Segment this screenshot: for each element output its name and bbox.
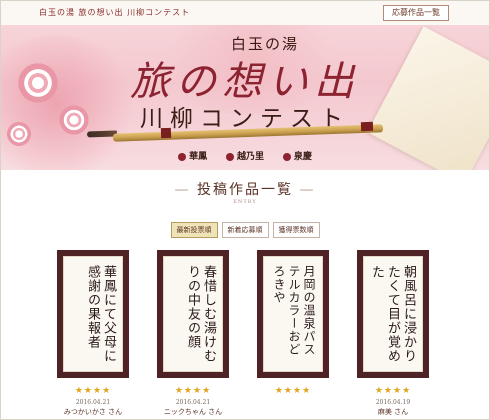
entry-card[interactable]: 華鳳にて父母に感謝の果報者 ★★★★ 2016.04.21 みつかいかさ さん <box>57 250 129 416</box>
tab-newest-entries[interactable]: 新着応募順 <box>221 222 269 238</box>
tab-latest-votes[interactable]: 最新投票順 <box>170 222 218 238</box>
poem-text: 華鳳にて父母に感謝の果報者 <box>85 265 116 363</box>
card-frame: 華鳳にて父母に感謝の果報者 <box>57 250 129 378</box>
poem-text: 春惜しむ湯けむりの中友の顔 <box>185 265 216 363</box>
entry-author: 麻美 さん <box>377 408 409 416</box>
heading-dash: — <box>174 182 191 198</box>
card-frame: 朝風呂に浸かりたくて目が覚めた <box>357 250 429 378</box>
sort-tabs: 最新投票順 新着応募順 獲得票数順 <box>1 222 489 238</box>
entry-card[interactable]: 朝風呂に浸かりたくて目が覚めた ★★★★ 2016.04.19 麻美 さん <box>357 250 429 416</box>
page: 白玉の湯 旅の想い出 川柳コンテスト 応募作品一覧 白玉の湯 旅の想い出 川柳コ… <box>0 0 490 420</box>
sponsor-mark-icon <box>282 152 291 161</box>
entry-author: ニックちゃん さん <box>163 408 223 416</box>
heading-dash: — <box>299 182 316 198</box>
entries-subtitle: ENTRY <box>233 199 257 205</box>
entry-date: 2016.04.19 <box>375 399 411 406</box>
card-frame: 月岡の温泉パステルカラーおどろきや <box>257 250 329 378</box>
tab-most-votes[interactable]: 獲得票数順 <box>272 222 320 238</box>
rating-stars: ★★★★ <box>274 386 312 396</box>
brush-band <box>160 127 172 139</box>
sponsor-mark-icon <box>225 152 234 161</box>
sponsor-logo: 泉慶 <box>282 152 312 162</box>
card-frame: 春惜しむ湯けむりの中友の顔 <box>157 250 229 378</box>
hero-banner: 白玉の湯 旅の想い出 川柳コンテスト 華鳳 越乃里 泉慶 <box>1 25 489 170</box>
sponsor-mark-icon <box>178 152 187 161</box>
brush-band <box>360 121 374 132</box>
entries-title: 投稿作品一覧 <box>197 182 293 198</box>
entry-date: 2016.04.21 <box>175 399 211 406</box>
entry-card-list: 華鳳にて父母に感謝の果報者 ★★★★ 2016.04.21 みつかいかさ さん … <box>57 250 437 419</box>
entry-author: みつかいかさ さん <box>63 408 123 416</box>
poem-text: 朝風呂に浸かりたくて目が覚めた <box>369 265 416 363</box>
top-bar: 白玉の湯 旅の想い出 川柳コンテスト 応募作品一覧 <box>1 1 489 26</box>
rating-stars: ★★★★ <box>374 386 412 396</box>
poem-text: 月岡の温泉パステルカラーおどろきや <box>272 265 316 356</box>
entry-list-button[interactable]: 応募作品一覧 <box>383 5 449 21</box>
entry-card[interactable]: 月岡の温泉パステルカラーおどろきや ★★★★ <box>257 250 329 396</box>
sponsor-logo: 越乃里 <box>225 152 264 162</box>
entry-card[interactable]: 春惜しむ湯けむりの中友の顔 ★★★★ 2016.04.21 ニックちゃん さん <box>157 250 229 416</box>
hero-contest-title: 川柳コンテスト <box>140 106 350 132</box>
sponsor-logo: 華鳳 <box>178 152 207 162</box>
entries-heading: — 投稿作品一覧 — ENTRY <box>1 179 489 205</box>
rating-stars: ★★★★ <box>174 386 212 396</box>
site-title[interactable]: 白玉の湯 旅の想い出 川柳コンテスト <box>39 7 190 18</box>
sponsor-logos: 華鳳 越乃里 泉慶 <box>1 149 489 162</box>
rating-stars: ★★★★ <box>74 386 112 396</box>
entry-date: 2016.04.21 <box>75 399 111 406</box>
